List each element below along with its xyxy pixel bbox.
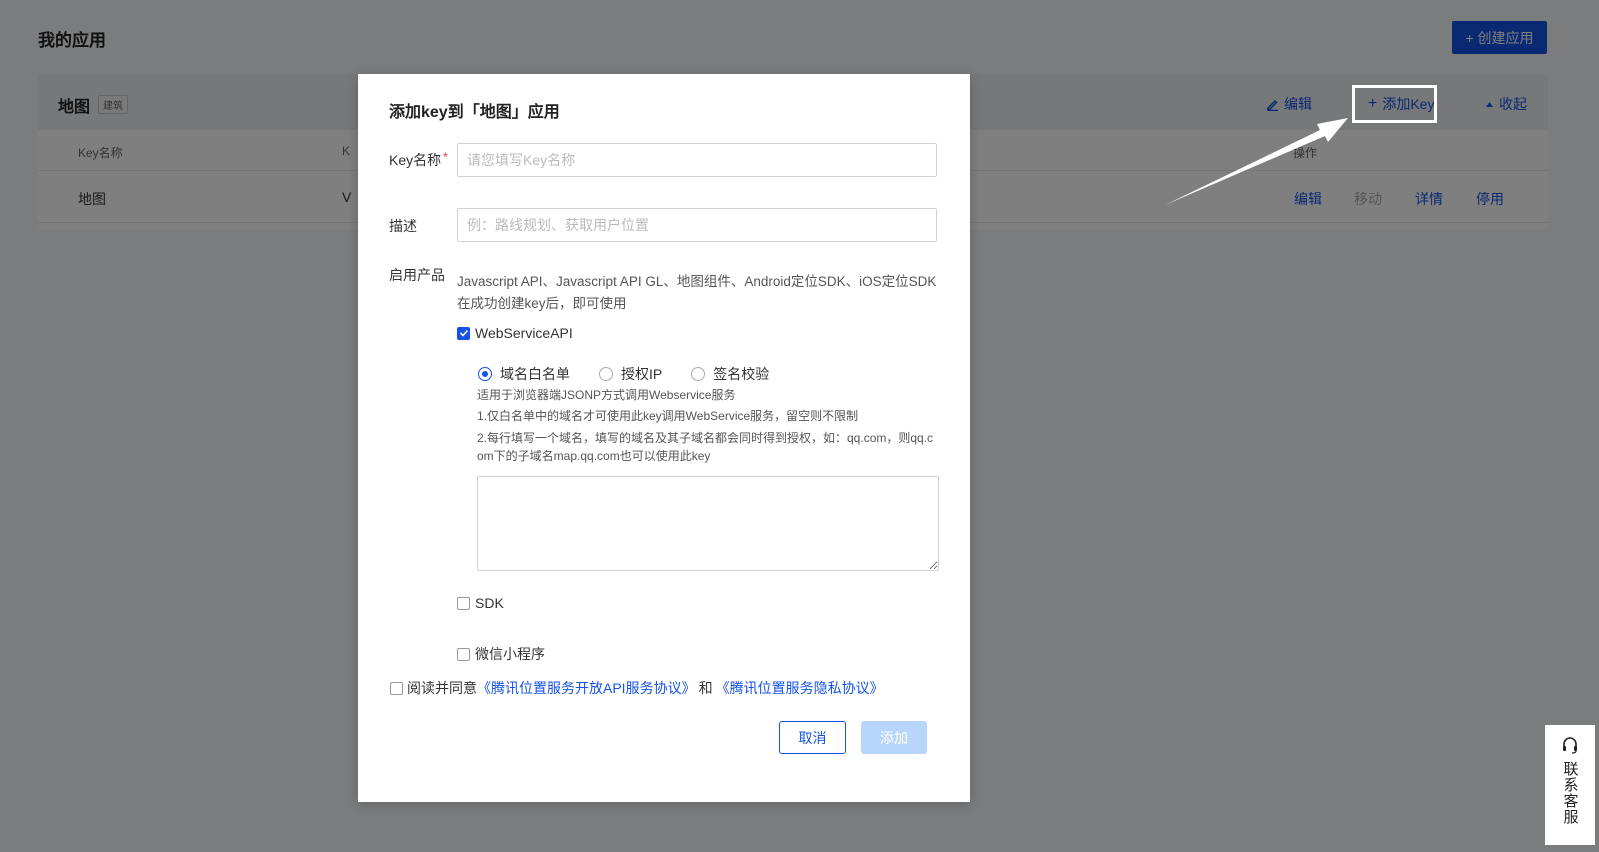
help-line-2: 1.仅白名单中的域名才可使用此key调用WebService服务，留空则不限制 bbox=[477, 409, 859, 423]
radio-authorized-ip-label: 授权IP bbox=[621, 366, 663, 382]
agreement-prefix: 阅读并同意 bbox=[407, 680, 477, 696]
radio-domain-whitelist[interactable]: 域名白名单 bbox=[478, 364, 570, 384]
miniprogram-checkbox[interactable]: 微信小程序 bbox=[457, 644, 545, 664]
webservice-label: WebServiceAPI bbox=[475, 325, 573, 341]
sdk-checkbox[interactable]: SDK bbox=[457, 595, 504, 611]
domain-whitelist-textarea[interactable] bbox=[477, 476, 939, 571]
radio-unselected-icon bbox=[599, 367, 613, 381]
miniprogram-label: 微信小程序 bbox=[475, 646, 545, 662]
radio-signature-check-label: 签名校验 bbox=[713, 366, 770, 382]
description-input[interactable] bbox=[457, 208, 937, 242]
sdk-label: SDK bbox=[475, 595, 504, 611]
help-line-1: 适用于浏览器端JSONP方式调用Webservice服务 bbox=[477, 388, 736, 402]
radio-authorized-ip[interactable]: 授权IP bbox=[599, 364, 662, 384]
agreement-and: 和 bbox=[698, 680, 713, 696]
radio-domain-whitelist-label: 域名白名单 bbox=[500, 366, 570, 382]
dialog-title: 添加key到「地图」应用 bbox=[389, 104, 560, 121]
api-agreement-link[interactable]: 《腾讯位置服务开放API服务协议》 bbox=[477, 678, 696, 698]
add-key-dialog: 添加key到「地图」应用 Key名称* 描述 启用产品 Javascript A… bbox=[358, 74, 970, 802]
key-name-label-text: Key名称 bbox=[389, 152, 442, 168]
key-name-label: Key名称 * bbox=[389, 150, 448, 170]
webservice-auth-options: 域名白名单 授权IP 签名校验 bbox=[478, 364, 798, 384]
checkbox-checked-icon bbox=[457, 326, 470, 340]
radio-signature-check[interactable]: 签名校验 bbox=[691, 364, 769, 384]
checkbox-unchecked-icon bbox=[457, 647, 470, 661]
privacy-agreement-link[interactable]: 《腾讯位置服务隐私协议》 bbox=[716, 678, 884, 698]
highlight-box bbox=[1352, 85, 1437, 123]
required-mark: * bbox=[443, 150, 448, 164]
add-button[interactable]: 添加 bbox=[861, 721, 927, 754]
agreement-row: 阅读并同意 《腾讯位置服务开放API服务协议》 和 《腾讯位置服务隐私协议》 bbox=[390, 678, 884, 698]
arrow-annotation-icon bbox=[1165, 118, 1348, 205]
products-label: 启用产品 bbox=[389, 267, 445, 283]
agreement-checkbox[interactable] bbox=[390, 681, 403, 695]
headset-icon bbox=[1563, 737, 1577, 754]
checkbox-unchecked-icon bbox=[457, 596, 470, 610]
radio-unselected-icon bbox=[691, 367, 706, 381]
key-name-input[interactable] bbox=[457, 143, 937, 177]
webservice-checkbox[interactable]: WebServiceAPI bbox=[457, 325, 573, 341]
contact-support-label: 联系客服 bbox=[1561, 761, 1579, 825]
contact-support-tab[interactable]: 联系客服 bbox=[1545, 725, 1595, 845]
help-line-3: 2.每行填写一个域名，填写的域名及其子域名都会同时得到授权，如：qq.com，则… bbox=[477, 431, 934, 463]
cancel-button[interactable]: 取消 bbox=[779, 721, 846, 754]
description-label: 描述 bbox=[389, 218, 417, 234]
products-description: Javascript API、Javascript API GL、地图组件、An… bbox=[457, 274, 937, 311]
radio-selected-icon bbox=[478, 367, 492, 381]
